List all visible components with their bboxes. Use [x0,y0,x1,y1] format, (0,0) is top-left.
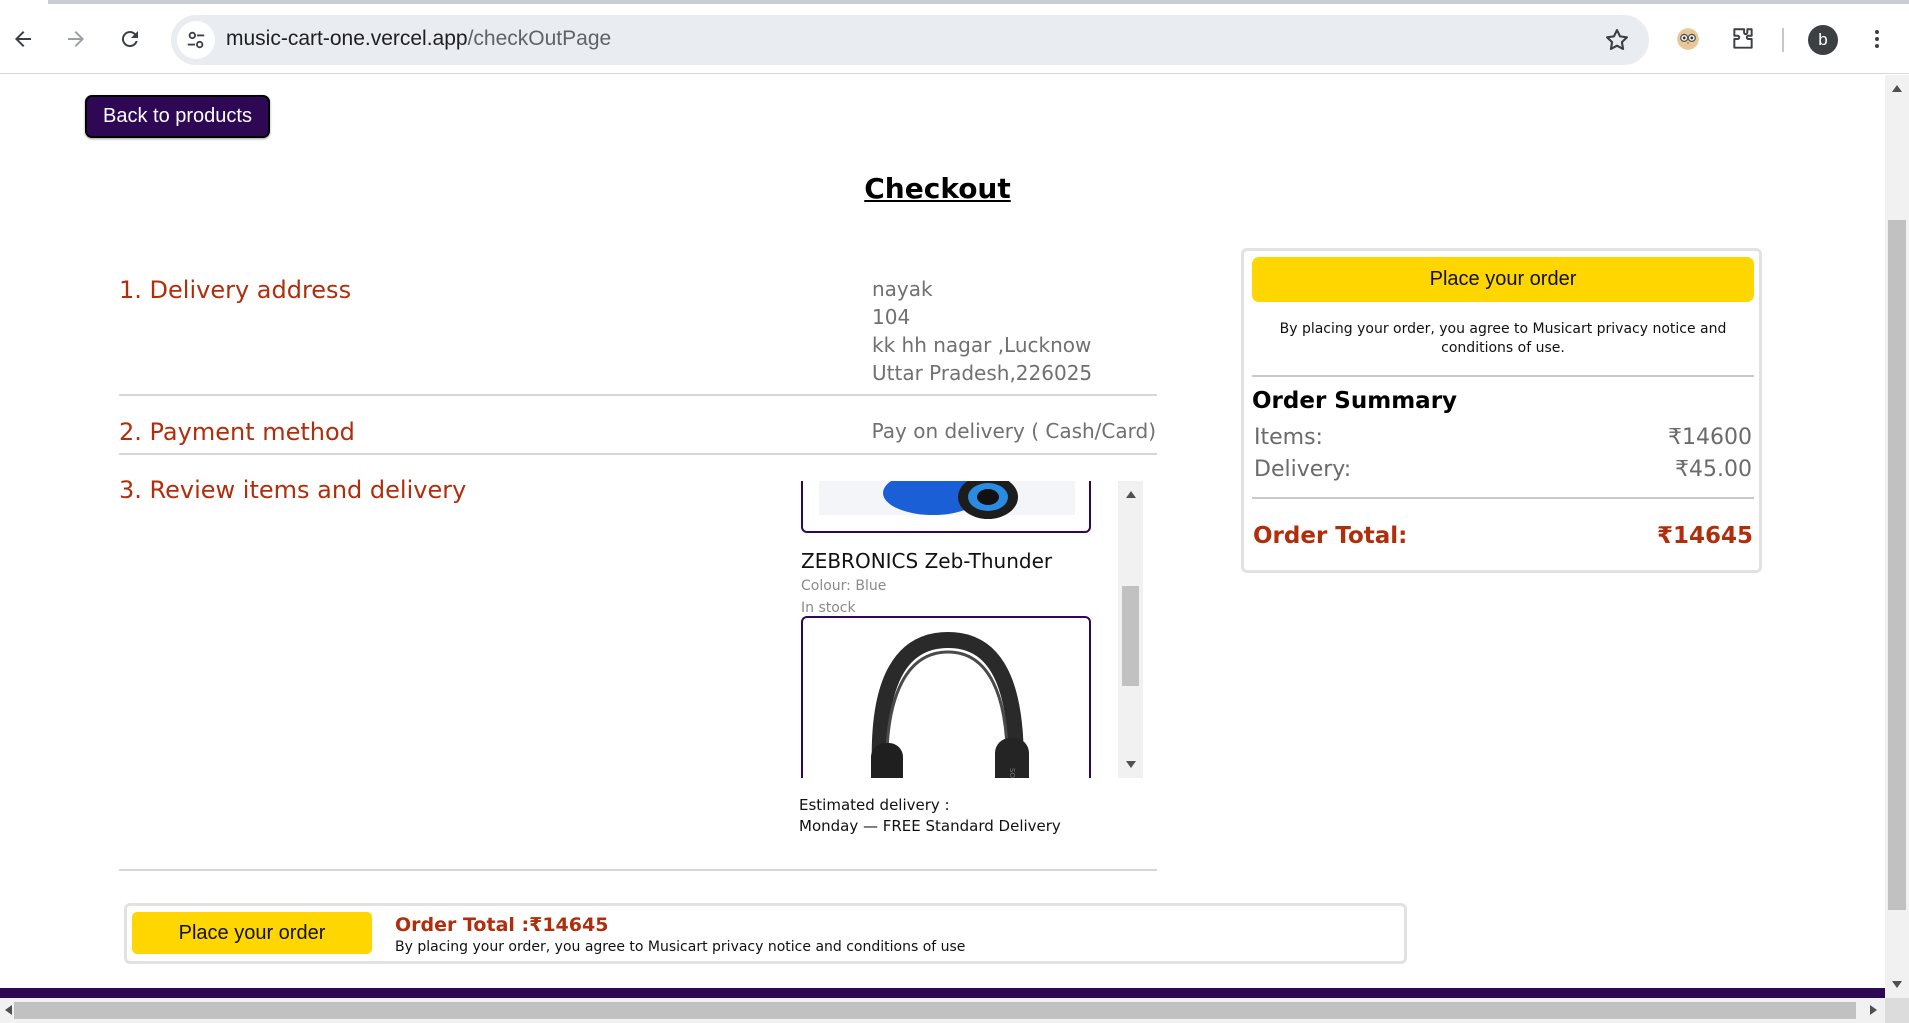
divider [119,394,1157,396]
reload-icon [121,31,138,48]
divider [1252,497,1754,499]
scrollbar-corner [1885,998,1909,1023]
url-path: /checkOutPage [467,27,612,50]
items-row: Items: ₹14600 [1254,425,1752,450]
address-name: nayak [872,277,933,301]
item-stock: In stock [801,600,856,616]
scrollbar-thumb[interactable] [1122,586,1139,686]
scroll-left-arrow-icon[interactable] [5,1005,12,1015]
product-image-frame [801,481,1091,533]
extensions-puzzle-icon[interactable] [1727,23,1759,55]
page-title: Checkout [864,172,1011,205]
divider [119,453,1157,455]
page-scrollbar-thumb[interactable] [1888,220,1906,910]
place-order-button[interactable]: Place your order [1252,257,1754,302]
url-text[interactable]: music-cart-one.vercel.app/checkOutPage [226,27,611,51]
page-vertical-scrollbar[interactable] [1885,75,1909,998]
reload-button[interactable] [114,23,146,55]
payment-method-heading: 2. Payment method [119,418,355,446]
page-horizontal-scrollbar[interactable] [0,998,1909,1023]
bottom-order-bar: Place your order Order Total :₹14645 By … [124,903,1407,964]
extension-owl-icon[interactable] [1672,23,1704,55]
arrow-right-icon [68,31,84,47]
arrow-left-icon [15,31,31,47]
back-nav-button[interactable] [7,23,39,55]
estimated-delivery-value: Monday — FREE Standard Delivery [799,817,1061,835]
delivery-address-heading: 1. Delivery address [119,276,352,304]
order-total-row: Order Total: ₹14645 [1253,523,1753,549]
forward-nav-button[interactable] [60,23,92,55]
order-total-label: Order Total: [1253,523,1408,549]
svg-text:SONY: SONY [1008,768,1016,778]
tune-icon [187,31,205,49]
address-line3: Uttar Pradesh,226025 [872,361,1093,385]
product-image-frame: SONY [801,616,1091,778]
scroll-up-arrow-icon[interactable] [1126,491,1136,498]
item-colour: Colour: Blue [801,578,887,594]
bottom-agree-notice: By placing your order, you agree to Musi… [395,939,966,955]
page-scroll-down-arrow-icon[interactable] [1892,981,1902,988]
review-scrollbar[interactable] [1118,481,1143,778]
address-line2: kk hh nagar ,Lucknow [872,333,1092,357]
delivery-address: nayak 104 kk hh nagar ,Lucknow Uttar Pra… [872,275,1092,387]
item-name: ZEBRONICS Zeb-Thunder [801,549,1053,573]
items-label: Items: [1254,425,1323,450]
address-bar[interactable]: music-cart-one.vercel.app/checkOutPage [171,15,1649,65]
back-to-products-button[interactable]: Back to products [85,95,270,138]
order-summary-card: Place your order By placing your order, … [1241,248,1762,573]
delivery-value: ₹45.00 [1675,457,1752,482]
order-total-value: ₹14645 [1656,523,1753,549]
estimated-delivery: Estimated delivery : Monday — FREE Stand… [799,795,1061,837]
divider [119,869,1157,871]
scroll-down-arrow-icon[interactable] [1126,761,1136,768]
address-line1: 104 [872,305,911,329]
review-items-heading: 3. Review items and delivery [119,476,467,504]
more-menu-icon[interactable] [1861,23,1893,55]
checkout-page: Back to products Checkout 1. Delivery ad… [0,75,1885,988]
bottom-place-order-button[interactable]: Place your order [132,912,372,954]
site-info-button[interactable] [177,21,215,59]
delivery-label: Delivery: [1254,457,1352,482]
review-items-scroll-area[interactable]: ZEBRONICS Zeb-Thunder Colour: Blue In st… [800,481,1143,778]
bottom-order-total: Order Total :₹14645 [395,914,609,936]
agree-notice: By placing your order, you agree to Musi… [1279,321,1727,356]
payment-method-value: Pay on delivery ( Cash/Card) [871,419,1156,443]
browser-toolbar: music-cart-one.vercel.app/checkOutPage b [0,4,1909,74]
scroll-right-arrow-icon[interactable] [1870,1005,1877,1015]
divider [1252,375,1754,377]
profile-avatar[interactable]: b [1808,25,1838,55]
toolbar-separator [1782,28,1784,52]
estimated-delivery-label: Estimated delivery : [799,796,950,814]
horizontal-scrollbar-thumb[interactable] [14,1002,1856,1019]
delivery-row: Delivery: ₹45.00 [1254,457,1752,482]
blue-headphone-image [819,481,1075,519]
order-summary-title: Order Summary [1252,388,1458,414]
footer-band [0,988,1885,998]
page-scroll-up-arrow-icon[interactable] [1892,85,1902,92]
bookmark-star-icon[interactable] [1603,26,1631,54]
url-host: music-cart-one.vercel.app [226,27,468,50]
black-headphone-image: SONY [871,631,1029,778]
items-value: ₹14600 [1668,425,1752,450]
